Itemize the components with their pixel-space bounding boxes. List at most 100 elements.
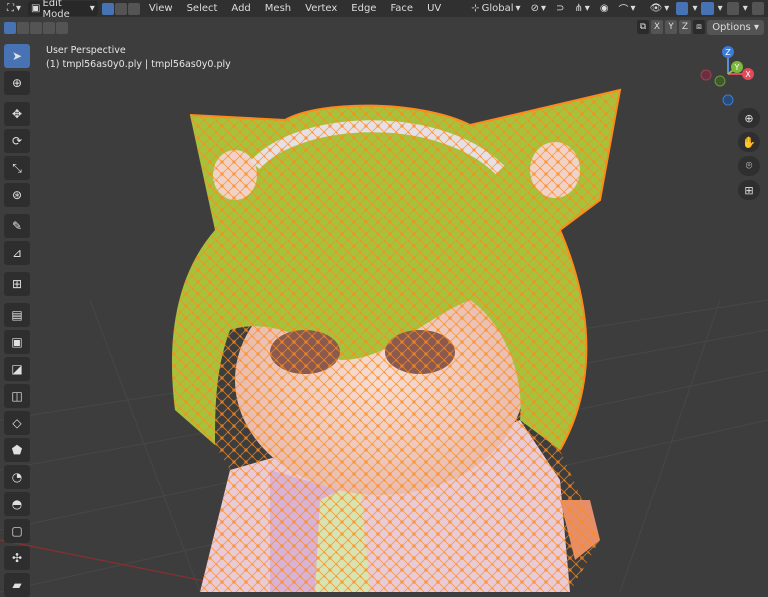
spin-icon: ◔ (11, 470, 23, 484)
menu-select[interactable]: Select (182, 3, 223, 14)
navigation-gizmo[interactable]: Z Y X (700, 44, 760, 108)
face-select-button[interactable] (127, 2, 140, 15)
menu-vertex[interactable]: Vertex (300, 3, 342, 14)
select-subtract-button[interactable] (30, 22, 42, 34)
chevron-down-icon[interactable]: ▾ (743, 3, 748, 14)
rotate-tool[interactable]: ⟳ (4, 129, 30, 153)
snap-target-dropdown[interactable]: ⋔ ▾ (571, 1, 592, 16)
options-dropdown[interactable]: Options ▾ (707, 20, 764, 35)
select-box-tool[interactable]: ➤ (4, 44, 30, 68)
vertex-select-button[interactable] (101, 2, 114, 15)
chevron-down-icon[interactable]: ▾ (692, 3, 697, 14)
camera-view-button[interactable]: ⌾ (738, 156, 760, 176)
menu-uv[interactable]: UV (422, 3, 446, 14)
edge-select-button[interactable] (114, 2, 127, 15)
transform-icon: ⊛ (11, 188, 23, 202)
menu-add[interactable]: Add (226, 3, 255, 14)
xray-toggle-button[interactable] (751, 2, 764, 15)
visibility-dropdown[interactable]: 👁 ▾ (647, 1, 673, 16)
magnifier-icon: ⊕ (744, 111, 754, 125)
spin-tool[interactable]: ◔ (4, 465, 30, 489)
edge-slide-tool[interactable]: ▢ (4, 519, 30, 543)
select-invert-button[interactable] (43, 22, 55, 34)
viewport-header: ⛶ ▾ ▣ Edit Mode ▾ View Select Add Mesh Ve… (0, 0, 768, 20)
mirror-y-toggle[interactable]: Y (665, 20, 677, 34)
shear-icon: ▰ (12, 578, 22, 592)
chevron-down-icon: ▾ (584, 3, 590, 14)
neg-z-handle[interactable] (722, 94, 734, 106)
options-label: Options (712, 22, 751, 33)
menu-face[interactable]: Face (385, 3, 418, 14)
neg-x-handle[interactable] (700, 69, 712, 81)
cursor-tool[interactable]: ⊕ (4, 71, 30, 95)
x-axis-label: X (745, 70, 751, 79)
poly-build-icon: ⬟ (11, 443, 23, 457)
viewport-scene[interactable] (0, 0, 768, 592)
rotate-icon: ⟳ (11, 134, 23, 148)
knife-tool[interactable]: ◇ (4, 411, 30, 435)
proportional-falloff-dropdown[interactable]: ⌒ ▾ (616, 1, 639, 16)
selection-mode-group (4, 22, 68, 34)
tool-shelf: ➤ ⊕ ✥ ⟳ ⤡ ⊛ ✎ ⊿ ⊞ ▤ ▣ ◪ ◫ ◇ ⬟ ◔ ◓ ▢ ✣ ▰ (4, 44, 30, 597)
ortho-toggle-button[interactable]: ⊞ (738, 180, 760, 200)
mirror-topology-icon[interactable]: ⧈ (693, 20, 705, 34)
scale-icon: ⤡ (12, 160, 22, 175)
menu-edge[interactable]: Edge (346, 3, 381, 14)
inset-tool[interactable]: ▣ (4, 330, 30, 354)
snap-icon: ⊃ (556, 3, 565, 14)
select-new-button[interactable] (4, 22, 16, 34)
chevron-down-icon: ▾ (515, 3, 521, 14)
snap-toggle[interactable]: ⊃ (553, 1, 567, 16)
extrude-tool[interactable]: ▤ (4, 303, 30, 327)
menu-mesh[interactable]: Mesh (260, 3, 296, 14)
proportional-edit-toggle[interactable]: ◉ (597, 1, 612, 16)
select-intersect-button[interactable] (56, 22, 68, 34)
proportional-edit-icon: ◉ (599, 3, 609, 14)
add-cube-icon: ⊞ (11, 277, 23, 291)
add-cube-tool[interactable]: ⊞ (4, 272, 30, 296)
bevel-tool[interactable]: ◪ (4, 357, 30, 381)
loop-cut-icon: ◫ (11, 389, 23, 403)
orientation-label: Global (481, 3, 514, 14)
mirror-x-toggle[interactable]: X (651, 20, 663, 34)
extrude-icon: ▤ (11, 308, 23, 322)
smooth-icon: ◓ (11, 497, 23, 511)
shrink-fatten-icon: ✣ (11, 551, 23, 565)
poly-build-tool[interactable]: ⬟ (4, 438, 30, 462)
mirror-z-toggle[interactable]: Z (679, 20, 691, 34)
mesh-edit-overlay-button[interactable] (726, 2, 739, 15)
transform-tool[interactable]: ⊛ (4, 183, 30, 207)
hand-icon: ✋ (742, 135, 756, 149)
z-axis-label: Z (725, 48, 731, 57)
shear-tool[interactable]: ▰ (4, 573, 30, 597)
scale-tool[interactable]: ⤡ (4, 156, 30, 180)
chevron-down-icon: ▾ (16, 3, 22, 14)
annotate-tool[interactable]: ✎ (4, 214, 30, 238)
zoom-button[interactable]: ⊕ (738, 108, 760, 128)
chevron-down-icon: ▾ (630, 3, 636, 14)
shrink-fatten-tool[interactable]: ✣ (4, 546, 30, 570)
camera-icon: ⌾ (745, 159, 753, 172)
pivot-point-dropdown[interactable]: ⊘ ▾ (528, 1, 549, 16)
transform-orientation-dropdown[interactable]: ⊹ Global ▾ (468, 1, 523, 16)
select-extend-button[interactable] (17, 22, 29, 34)
edit-mode-icon: ▣ (31, 3, 41, 14)
move-tool[interactable]: ✥ (4, 102, 30, 126)
ruler-icon: ⊿ (11, 246, 23, 260)
mirror-icon: ⧉ (637, 20, 649, 34)
overlay-toggle-button[interactable] (701, 2, 714, 15)
smooth-tool[interactable]: ◓ (4, 492, 30, 516)
view-name-label: User Perspective (46, 45, 126, 56)
active-object-label: (1) tmpl56as0y0.ply | tmpl56as0y0.ply (46, 59, 231, 70)
viewport-icon: ⛶ (7, 3, 14, 14)
menu-view[interactable]: View (144, 3, 178, 14)
mode-dropdown[interactable]: ▣ Edit Mode ▾ (28, 0, 98, 20)
measure-tool[interactable]: ⊿ (4, 241, 30, 265)
loop-cut-tool[interactable]: ◫ (4, 384, 30, 408)
y-axis-label: Y (734, 63, 740, 72)
editor-type-button[interactable]: ⛶ ▾ (4, 1, 24, 16)
pan-button[interactable]: ✋ (738, 132, 760, 152)
gizmo-toggle-button[interactable] (676, 2, 689, 15)
neg-y-handle[interactable] (714, 75, 726, 87)
chevron-down-icon[interactable]: ▾ (718, 3, 723, 14)
